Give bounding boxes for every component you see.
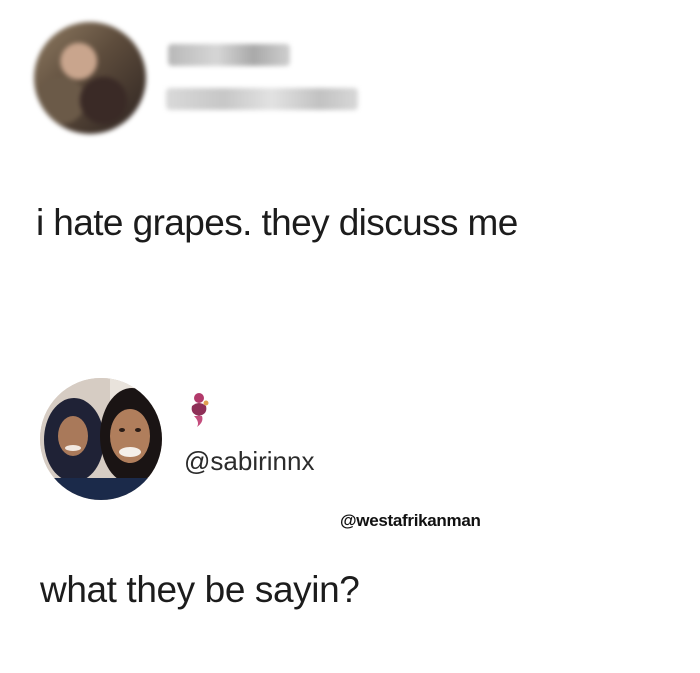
watermark: @westafrikanman	[340, 511, 481, 530]
blurred-avatar	[34, 22, 146, 134]
blurred-display-name	[168, 44, 290, 66]
reply-handle[interactable]: @sabirinnx	[184, 446, 314, 477]
blurred-handle	[166, 88, 358, 110]
reply-avatar[interactable]	[40, 378, 162, 500]
reply-text: what they be sayin?	[40, 569, 360, 610]
post-text: i hate grapes. they discuss me	[36, 202, 518, 243]
genie-emoji-icon	[186, 392, 212, 428]
